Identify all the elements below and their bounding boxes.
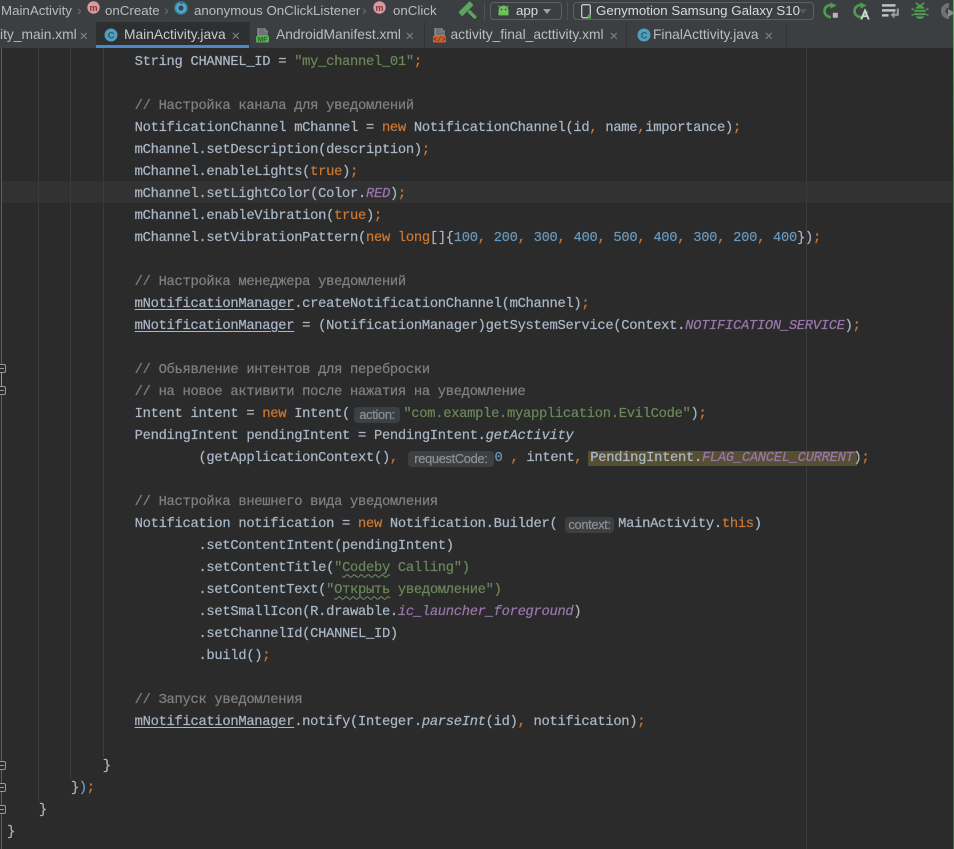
svg-text:C: C	[108, 31, 115, 42]
svg-text:</>: </>	[433, 37, 446, 43]
svg-text:C: C	[641, 31, 648, 42]
svg-text:m: m	[89, 3, 97, 13]
svg-text:m: m	[375, 3, 383, 13]
svg-text:MF: MF	[258, 36, 267, 43]
